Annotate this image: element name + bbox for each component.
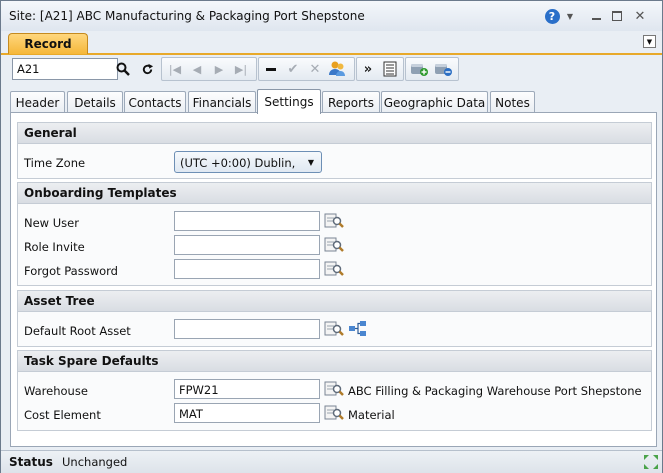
maximize-icon bbox=[612, 11, 622, 21]
tab-geographic-data[interactable]: Geographic Data bbox=[381, 91, 488, 113]
close-icon: ✕ bbox=[634, 8, 646, 24]
first-record-icon[interactable]: |◀ bbox=[165, 59, 185, 79]
database-link-icon[interactable] bbox=[433, 59, 453, 79]
next-record-icon[interactable]: ▶ bbox=[209, 59, 229, 79]
time-zone-select[interactable]: (UTC +0:00) Dublin, ▼ bbox=[174, 151, 322, 173]
asset-tree-icon[interactable] bbox=[348, 319, 368, 339]
lookup-search-icon[interactable] bbox=[324, 379, 344, 399]
cost-element-description: Material bbox=[348, 408, 395, 422]
cancel-x-icon[interactable]: ✕ bbox=[305, 59, 325, 79]
help-button[interactable]: ? bbox=[543, 7, 561, 25]
section-header-asset-tree: Asset Tree bbox=[18, 291, 651, 312]
record-code-input[interactable]: A21 bbox=[12, 58, 118, 80]
settings-panel: General Time Zone (UTC +0:00) Dublin, ▼ … bbox=[10, 112, 657, 447]
lookup-search-icon[interactable] bbox=[324, 235, 344, 255]
status-label: Status bbox=[9, 455, 53, 469]
close-button[interactable]: ✕ bbox=[631, 7, 649, 25]
maximize-button[interactable] bbox=[608, 7, 626, 25]
warehouse-label: Warehouse bbox=[24, 384, 88, 398]
forgot-password-field[interactable] bbox=[174, 259, 320, 279]
warehouse-description: ABC Filling & Packaging Warehouse Port S… bbox=[348, 384, 642, 398]
section-header-task-spare: Task Spare Defaults bbox=[18, 351, 651, 372]
window-title: Site: [A21] ABC Manufacturing & Packagin… bbox=[9, 9, 365, 23]
cost-element-field[interactable]: MAT bbox=[174, 403, 320, 423]
minimize-icon bbox=[591, 18, 601, 20]
more-options-icon[interactable]: » bbox=[358, 59, 378, 79]
record-toolbar: A21 |◀ ◀ ▶ ▶| ✔ ✕ » bbox=[9, 57, 654, 83]
lookup-search-icon[interactable] bbox=[324, 211, 344, 231]
tab-header[interactable]: Header bbox=[10, 91, 65, 113]
forgot-password-label: Forgot Password bbox=[24, 264, 118, 278]
default-root-asset-label: Default Root Asset bbox=[24, 324, 131, 338]
search-icon[interactable] bbox=[113, 59, 133, 79]
cost-element-label: Cost Element bbox=[24, 408, 101, 422]
warehouse-field[interactable]: FPW21 bbox=[174, 379, 320, 399]
expand-arrows-icon[interactable] bbox=[644, 455, 658, 469]
save-check-icon[interactable]: ✔ bbox=[283, 59, 303, 79]
ribbon-tab-record[interactable]: Record bbox=[8, 33, 88, 54]
status-value: Unchanged bbox=[62, 455, 128, 469]
tab-details[interactable]: Details bbox=[67, 91, 123, 113]
tab-financials[interactable]: Financials bbox=[188, 91, 256, 113]
time-zone-label: Time Zone bbox=[24, 156, 86, 170]
ribbon-menu-chevron-down-icon[interactable]: ▼ bbox=[643, 35, 656, 48]
lookup-search-icon[interactable] bbox=[324, 403, 344, 423]
section-header-onboarding: Onboarding Templates bbox=[18, 183, 651, 204]
role-invite-field[interactable] bbox=[174, 235, 320, 255]
title-bar: Site: [A21] ABC Manufacturing & Packagin… bbox=[1, 1, 662, 31]
onboarding-templates-section: Onboarding Templates New User Role Invit… bbox=[17, 182, 652, 286]
asset-tree-section: Asset Tree Default Root Asset bbox=[17, 290, 652, 347]
users-icon[interactable] bbox=[327, 59, 347, 79]
tab-contacts[interactable]: Contacts bbox=[124, 91, 186, 113]
chevron-down-icon: ▼ bbox=[307, 158, 314, 167]
previous-record-icon[interactable]: ◀ bbox=[187, 59, 207, 79]
tab-reports[interactable]: Reports bbox=[322, 91, 380, 113]
site-window: Site: [A21] ABC Manufacturing & Packagin… bbox=[0, 0, 663, 473]
general-section: General Time Zone (UTC +0:00) Dublin, ▼ bbox=[17, 122, 652, 179]
refresh-icon[interactable] bbox=[137, 59, 157, 79]
default-root-asset-field[interactable] bbox=[174, 319, 320, 339]
list-view-icon[interactable] bbox=[380, 59, 400, 79]
new-user-label: New User bbox=[24, 216, 79, 230]
tab-notes[interactable]: Notes bbox=[490, 91, 535, 113]
task-spare-defaults-section: Task Spare Defaults Warehouse FPW21 ABC … bbox=[17, 350, 652, 431]
role-invite-label: Role Invite bbox=[24, 240, 85, 254]
lookup-search-icon[interactable] bbox=[324, 259, 344, 279]
help-menu-chevron-down-icon[interactable]: ▼ bbox=[565, 7, 575, 25]
section-header-general: General bbox=[18, 123, 651, 144]
lookup-search-icon[interactable] bbox=[324, 319, 344, 339]
minimize-button[interactable] bbox=[587, 7, 605, 25]
status-bar: Status Unchanged bbox=[1, 450, 662, 473]
help-icon: ? bbox=[544, 8, 560, 24]
delete-record-icon[interactable] bbox=[261, 59, 281, 79]
time-zone-value: (UTC +0:00) Dublin, bbox=[180, 156, 296, 170]
new-user-field[interactable] bbox=[174, 211, 320, 231]
tab-settings[interactable]: Settings bbox=[257, 89, 321, 114]
ribbon-bar: Record ▼ bbox=[1, 31, 662, 55]
last-record-icon[interactable]: ▶| bbox=[231, 59, 251, 79]
database-add-icon[interactable] bbox=[409, 59, 429, 79]
